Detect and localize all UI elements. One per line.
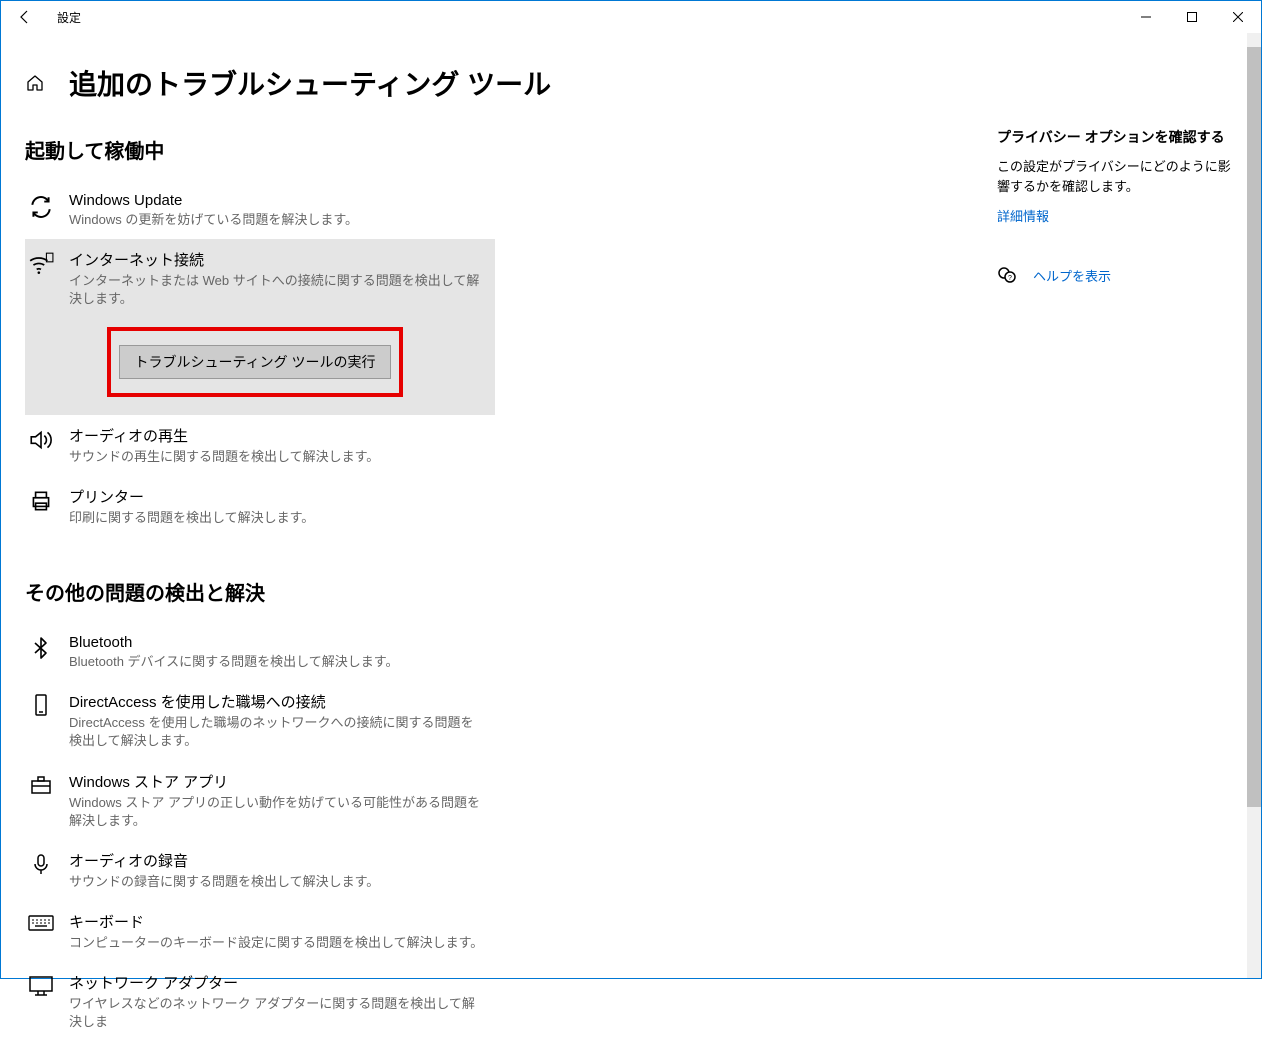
ts-desc: サウンドの再生に関する問題を検出して解決します。 bbox=[69, 448, 485, 466]
ts-desc: 印刷に関する問題を検出して解決します。 bbox=[69, 509, 485, 527]
ts-item-bluetooth[interactable]: Bluetooth Bluetooth デバイスに関する問題を検出して解決します… bbox=[25, 624, 495, 681]
ts-item-audio-record[interactable]: オーディオの録音 サウンドの録音に関する問題を検出して解決します。 bbox=[25, 840, 495, 901]
ts-item-audio-playback[interactable]: オーディオの再生 サウンドの再生に関する問題を検出して解決します。 bbox=[25, 415, 495, 476]
ts-name: キーボード bbox=[69, 911, 485, 932]
highlight-box: トラブルシューティング ツールの実行 bbox=[107, 327, 402, 397]
svg-text:?: ? bbox=[1008, 275, 1012, 282]
ts-item-keyboard[interactable]: キーボード コンピューターのキーボード設定に関する問題を検出して解決します。 bbox=[25, 901, 495, 962]
keyboard-icon bbox=[25, 911, 57, 943]
ts-name: プリンター bbox=[69, 486, 485, 507]
ts-item-internet[interactable]: インターネット接続 インターネットまたは Web サイトへの接続に関する問題を検… bbox=[25, 239, 495, 414]
ts-desc: ワイヤレスなどのネットワーク アダプターに関する問題を検出して解決しま bbox=[69, 995, 485, 1031]
ts-desc: Windows の更新を妨げている問題を解決します。 bbox=[69, 211, 485, 229]
printer-icon bbox=[25, 486, 57, 518]
ts-name: オーディオの再生 bbox=[69, 425, 485, 446]
ts-desc: Bluetooth デバイスに関する問題を検出して解決します。 bbox=[69, 653, 485, 671]
titlebar: 設定 bbox=[1, 1, 1261, 33]
microphone-icon bbox=[25, 850, 57, 882]
ts-name: オーディオの録音 bbox=[69, 850, 485, 871]
ts-name: Bluetooth bbox=[69, 634, 485, 651]
section-other-title: その他の問題の検出と解決 bbox=[25, 577, 925, 606]
store-icon bbox=[25, 771, 57, 803]
bluetooth-icon bbox=[25, 634, 57, 666]
ts-item-network-adapter[interactable]: ネットワーク アダプター ワイヤレスなどのネットワーク アダプターに関する問題を… bbox=[25, 962, 495, 1041]
ts-name: DirectAccess を使用した職場への接続 bbox=[69, 691, 485, 712]
ts-desc: インターネットまたは Web サイトへの接続に関する問題を検出して解決します。 bbox=[69, 272, 485, 308]
app-title: 設定 bbox=[57, 9, 81, 26]
ts-item-directaccess[interactable]: DirectAccess を使用した職場への接続 DirectAccess を使… bbox=[25, 681, 495, 760]
close-button[interactable] bbox=[1215, 1, 1261, 33]
phone-icon bbox=[25, 691, 57, 723]
scrollbar-thumb[interactable] bbox=[1247, 47, 1261, 807]
help-link[interactable]: ヘルプを表示 bbox=[1033, 266, 1111, 285]
ts-desc: Windows ストア アプリの正しい動作を妨げている可能性がある問題を解決しま… bbox=[69, 794, 485, 830]
ts-name: Windows Update bbox=[69, 192, 485, 209]
ts-item-printer[interactable]: プリンター 印刷に関する問題を検出して解決します。 bbox=[25, 476, 495, 537]
section-running-title: 起動して稼働中 bbox=[25, 135, 925, 164]
wifi-diag-icon bbox=[25, 249, 57, 281]
page-title: 追加のトラブルシューティング ツール bbox=[69, 63, 551, 103]
speaker-icon bbox=[25, 425, 57, 457]
ts-item-store[interactable]: Windows ストア アプリ Windows ストア アプリの正しい動作を妨げ… bbox=[25, 761, 495, 840]
ts-name: Windows ストア アプリ bbox=[69, 771, 485, 792]
scrollbar[interactable] bbox=[1247, 33, 1261, 978]
right-sidebar: プライバシー オプションを確認する この設定がプライバシーにどのように影響するか… bbox=[997, 127, 1237, 285]
ts-name: インターネット接続 bbox=[69, 249, 485, 270]
privacy-text: この設定がプライバシーにどのように影響するかを確認します。 bbox=[997, 157, 1237, 196]
back-button[interactable] bbox=[9, 1, 41, 33]
ts-desc: コンピューターのキーボード設定に関する問題を検出して解決します。 bbox=[69, 934, 485, 952]
ts-desc: サウンドの録音に関する問題を検出して解決します。 bbox=[69, 873, 485, 891]
ts-desc: DirectAccess を使用した職場のネットワークへの接続に関する問題を検出… bbox=[69, 714, 485, 750]
privacy-title: プライバシー オプションを確認する bbox=[997, 127, 1237, 147]
help-icon: ? bbox=[997, 265, 1017, 285]
maximize-button[interactable] bbox=[1169, 1, 1215, 33]
sync-icon bbox=[25, 192, 57, 224]
run-troubleshooter-button[interactable]: トラブルシューティング ツールの実行 bbox=[119, 345, 390, 379]
minimize-button[interactable] bbox=[1123, 1, 1169, 33]
ts-name: ネットワーク アダプター bbox=[69, 972, 485, 993]
ts-item-windows-update[interactable]: Windows Update Windows の更新を妨げている問題を解決します… bbox=[25, 182, 495, 239]
monitor-icon bbox=[25, 972, 57, 1004]
privacy-link[interactable]: 詳細情報 bbox=[997, 206, 1237, 225]
home-icon[interactable] bbox=[25, 73, 45, 93]
